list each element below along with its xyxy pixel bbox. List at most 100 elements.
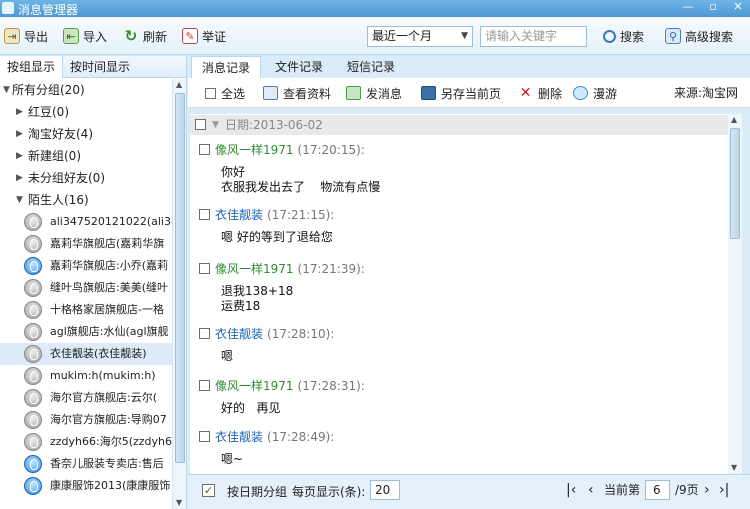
contact-label: 海尔官方旗舰店:云尔( [50,391,157,404]
advanced-search-label: 高级搜索 [685,29,734,44]
avatar-icon [24,301,42,319]
contact-item[interactable]: ali347520121022(ali34 [0,211,172,233]
avatar-icon [24,367,42,385]
prev-page-button[interactable]: ‹ [588,480,594,500]
tab-by-time[interactable]: 按时间显示 [63,56,137,78]
chevron-down-icon[interactable]: ▼ [16,189,23,211]
contact-item[interactable]: 缝叶鸟旗舰店:美美(缝叶 [0,277,172,299]
message-sender[interactable]: 衣佳靓装 (17:21:15): [215,206,334,224]
view-profile-button[interactable]: 查看资料 [263,84,331,102]
scroll-up-icon[interactable]: ▲ [176,80,182,89]
message-body: 嗯 好的等到了退给您 [221,230,333,244]
message-body: 好的 再见 [221,401,281,415]
contact-item[interactable]: 海尔官方旗舰店:云尔( [0,387,172,409]
chevron-right-icon[interactable]: ▶ [16,101,23,123]
contact-item[interactable]: 康康服饰2013(康康服饰 [0,475,172,497]
group-label: 陌生人(16) [28,193,89,207]
close-button[interactable]: ✕ [726,0,750,15]
message-checkbox[interactable] [199,380,210,391]
import-button[interactable]: ⇤ 导入 [63,26,107,46]
contact-item[interactable]: 十格格家居旗舰店-一格 [0,299,172,321]
scroll-up-icon[interactable]: ▲ [731,115,737,124]
tree-group[interactable]: ▶ 新建组(0) [0,145,172,167]
avatar-icon [24,323,42,341]
tab-files[interactable]: 文件记录 [265,56,333,78]
report-button[interactable]: ✎ 举证 [182,26,226,46]
tree-group[interactable]: ▼ 陌生人(16) [0,189,172,211]
save-page-button[interactable]: 另存当前页 [421,84,501,102]
scroll-thumb[interactable] [730,128,740,239]
select-all-checkbox[interactable]: 全选 [205,84,245,102]
group-by-date-label: 按日期分组 [227,485,288,499]
sender-name: 像风一样1971 [215,379,294,393]
group-label: 淘宝好友(4) [28,127,93,141]
tree-group[interactable]: ▶ 淘宝好友(4) [0,123,172,145]
search-button[interactable]: 搜索 [603,26,644,46]
message-time: (17:21:39): [297,262,365,276]
message-checkbox[interactable] [199,144,210,155]
refresh-button[interactable]: ↻ 刷新 [123,26,167,46]
first-page-button[interactable]: |‹ [566,480,576,500]
contact-item[interactable]: 海尔官方旗舰店:导购07 [0,409,172,431]
report-label: 举证 [202,29,227,44]
chevron-right-icon[interactable]: ▶ [16,123,23,145]
time-range-select[interactable]: 最近一个月 ▼ [367,26,473,47]
date-group-header[interactable]: ▼ 日期:2013-06-02 [190,115,728,135]
message-sender[interactable]: 像风一样1971 (17:28:31): [215,377,365,395]
keyword-input[interactable]: 请输入关键字 [480,26,587,47]
current-page-input[interactable]: 6 [645,480,670,500]
contact-item[interactable]: 嘉莉华旗舰店:小乔(嘉莉 [0,255,172,277]
advanced-search-button[interactable]: ⚲ 高级搜索 [665,26,733,46]
contact-label: zzdyh66:海尔5(zzdyh66 [50,435,172,448]
chevron-down-icon[interactable]: ▼ [3,79,10,101]
message-checkbox[interactable] [199,263,210,274]
message-checkbox[interactable] [199,209,210,220]
collapse-icon[interactable]: ▼ [212,115,219,135]
minimize-button[interactable]: — [676,0,700,15]
chevron-right-icon[interactable]: ▶ [16,145,23,167]
current-page-label: 当前第 [604,483,641,497]
message-checkbox[interactable] [199,431,210,442]
tree-group[interactable]: ▶ 红豆(0) [0,101,172,123]
last-page-button[interactable]: ›| [719,480,729,500]
per-page-input[interactable]: 20 [370,480,400,500]
message-sender[interactable]: 像风一样1971 (17:21:39): [215,260,365,278]
message-sender[interactable]: 衣佳靓装 (17:28:49): [215,428,334,446]
tab-messages[interactable]: 消息记录 [191,56,262,78]
scroll-down-icon[interactable]: ▼ [176,498,182,507]
tree-group[interactable]: ▶ 未分组好友(0) [0,167,172,189]
message-checkbox[interactable] [199,328,210,339]
contact-item[interactable]: zzdyh66:海尔5(zzdyh66 [0,431,172,453]
group-by-date-checkbox[interactable]: ✓ [202,484,215,497]
contacts-scrollbar[interactable]: ▲ ▼ [172,79,186,509]
next-page-button[interactable]: › [704,480,710,500]
contact-label: ali347520121022(ali34 [50,215,172,228]
maximize-button[interactable]: ▫ [701,0,725,15]
chevron-right-icon[interactable]: ▶ [16,167,23,189]
scroll-thumb[interactable] [175,93,185,463]
contact-item[interactable]: 香奈儿服装专卖店:售后 [0,453,172,475]
messages-scrollbar[interactable]: ▲ ▼ [728,114,742,474]
tree-group-all[interactable]: ▼ 所有分组(20) [0,79,172,101]
contact-item[interactable]: 嘉莉华旗舰店(嘉莉华旗 [0,233,172,255]
export-button[interactable]: ⇥ 导出 [4,26,48,46]
contact-item[interactable]: agl旗舰店:水仙(agl旗舰 [0,321,172,343]
date-checkbox[interactable] [195,119,206,130]
scroll-down-icon[interactable]: ▼ [731,463,737,472]
contact-label: 缝叶鸟旗舰店:美美(缝叶 [50,281,168,294]
send-message-button[interactable]: 发消息 [346,84,402,102]
tab-sms[interactable]: 短信记录 [337,56,405,78]
message-sender[interactable]: 衣佳靓装 (17:28:10): [215,325,334,343]
export-label: 导出 [24,29,49,44]
contact-item[interactable]: 衣佳靓装(衣佳靓装) [0,343,172,365]
group-label: 红豆(0) [28,105,69,119]
message-sender[interactable]: 像风一样1971 (17:20:15): [215,141,365,159]
delete-button[interactable]: ✕ 删除 [518,84,562,102]
contact-label: 海尔官方旗舰店:导购07 [50,413,167,426]
contact-label: 康康服饰2013(康康服饰 [50,479,171,492]
roam-button[interactable]: 漫游 [573,84,617,102]
total-pages-label: /9页 [675,483,699,497]
checkbox-icon [205,87,216,99]
tab-by-group[interactable]: 按组显示 [0,56,64,78]
contact-item[interactable]: mukim:h(mukim:h) [0,365,172,387]
